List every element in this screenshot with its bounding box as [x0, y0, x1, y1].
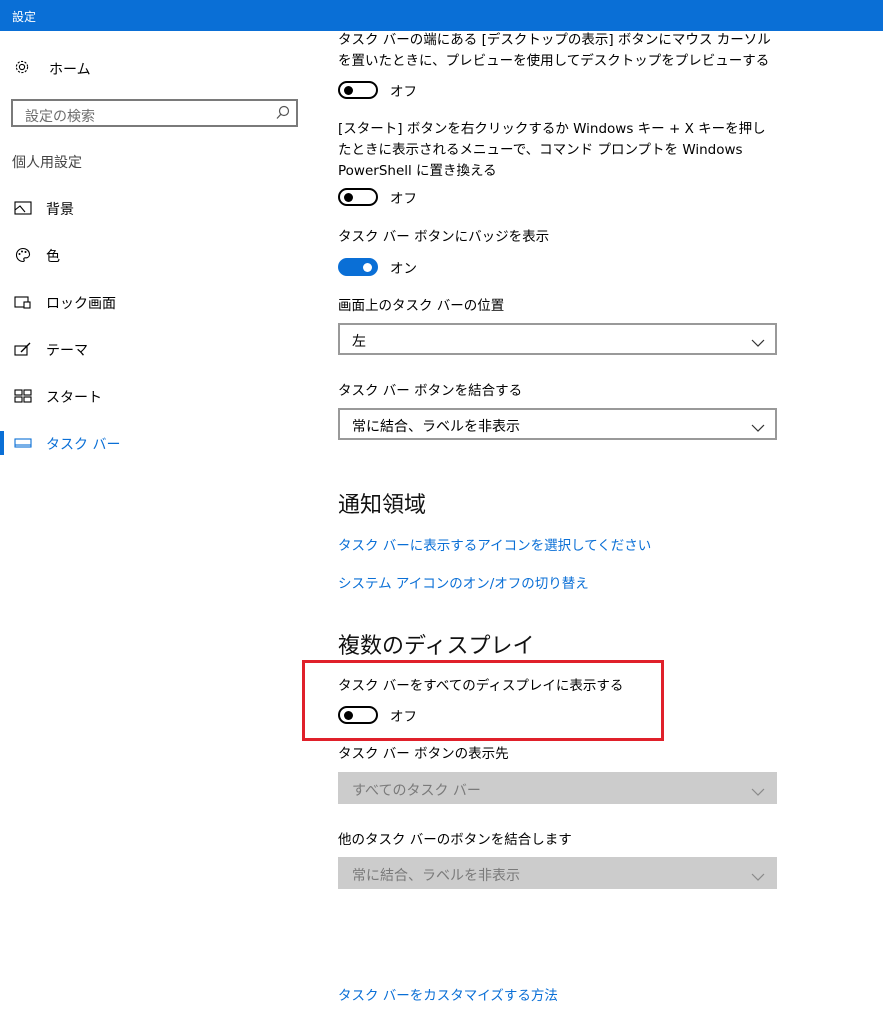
sidebar-item-label: 色	[46, 249, 60, 265]
home-label: ホーム	[49, 62, 91, 78]
badges-state: オン	[390, 261, 417, 277]
toggle-knob	[344, 193, 353, 202]
system-icons-link[interactable]: システム アイコンのオン/オフの切り替え	[338, 572, 589, 592]
chevron-down-icon	[751, 867, 765, 886]
powershell-state: オフ	[390, 191, 417, 207]
peek-description: タスク バーの端にある [デスクトップの表示] ボタンにマウス カーソルを置いた…	[338, 32, 771, 69]
sidebar-item-label: スタート	[46, 390, 102, 406]
start-icon	[14, 388, 32, 404]
customize-help-link[interactable]: タスク バーをカスタマイズする方法	[338, 984, 558, 1004]
sidebar-item-lock-screen[interactable]: ロック画面	[0, 287, 300, 317]
select-icons-link[interactable]: タスク バーに表示するアイコンを選択してください	[338, 534, 651, 554]
badges-description: タスク バー ボタンにバッジを表示	[338, 229, 550, 245]
taskbar-icon	[14, 435, 32, 451]
notification-area-heading: 通知領域	[338, 493, 427, 518]
gear-icon	[14, 59, 30, 79]
combine-value: 常に結合、ラベルを非表示	[352, 419, 520, 435]
chevron-down-icon	[751, 782, 765, 801]
buttons-on-value: すべてのタスク バー	[352, 783, 481, 799]
other-combine-dropdown: 常に結合、ラベルを非表示	[338, 857, 777, 889]
sidebar-item-label: タスク バー	[46, 437, 121, 453]
peek-toggle-row: オフ	[338, 79, 417, 101]
chevron-down-icon	[751, 333, 765, 352]
highlight-box	[302, 660, 664, 741]
search-input[interactable]: 設定の検索	[11, 99, 298, 127]
combine-label: タスク バー ボタンを結合する	[338, 383, 523, 399]
powershell-description: [スタート] ボタンを右クリックするか Windows キー + X キーを押し…	[338, 121, 766, 179]
sidebar-item-label: テーマ	[46, 343, 88, 359]
powershell-toggle-row: オフ	[338, 186, 417, 208]
lock-screen-icon	[14, 294, 32, 310]
buttons-on-label: タスク バー ボタンの表示先	[338, 746, 509, 762]
position-value: 左	[352, 334, 366, 350]
badges-toggle[interactable]	[338, 258, 378, 276]
search-placeholder: 設定の検索	[25, 109, 95, 125]
theme-icon	[14, 341, 32, 357]
title-bar: 設定	[0, 0, 883, 31]
multiple-displays-heading: 複数のディスプレイ	[338, 634, 535, 659]
toggle-knob	[344, 86, 353, 95]
sidebar-item-color[interactable]: 色	[0, 240, 300, 270]
sidebar-item-theme[interactable]: テーマ	[0, 334, 300, 364]
position-label: 画面上のタスク バーの位置	[338, 298, 505, 314]
combine-dropdown[interactable]: 常に結合、ラベルを非表示	[338, 408, 777, 440]
chevron-down-icon	[751, 418, 765, 437]
toggle-knob	[363, 263, 372, 272]
sidebar-item-taskbar[interactable]: タスク バー	[0, 428, 300, 458]
position-dropdown[interactable]: 左	[338, 323, 777, 355]
peek-state: オフ	[390, 84, 417, 100]
window-title: 設定	[12, 10, 37, 24]
sidebar-item-start[interactable]: スタート	[0, 381, 300, 411]
palette-icon	[14, 247, 32, 263]
buttons-on-dropdown: すべてのタスク バー	[338, 772, 777, 804]
powershell-toggle[interactable]	[338, 188, 378, 206]
picture-icon	[14, 200, 32, 216]
sidebar-item-label: 背景	[46, 202, 74, 218]
home-nav-item[interactable]: ホーム	[14, 59, 91, 79]
sidebar-item-label: ロック画面	[46, 296, 116, 312]
section-label: 個人用設定	[12, 155, 82, 171]
peek-toggle[interactable]	[338, 81, 378, 99]
active-indicator	[0, 431, 4, 455]
sidebar-item-background[interactable]: 背景	[0, 193, 300, 223]
other-combine-label: 他のタスク バーのボタンを結合します	[338, 832, 572, 848]
badges-toggle-row: オン	[338, 256, 417, 278]
other-combine-value: 常に結合、ラベルを非表示	[352, 868, 520, 884]
search-icon[interactable]	[276, 105, 290, 125]
